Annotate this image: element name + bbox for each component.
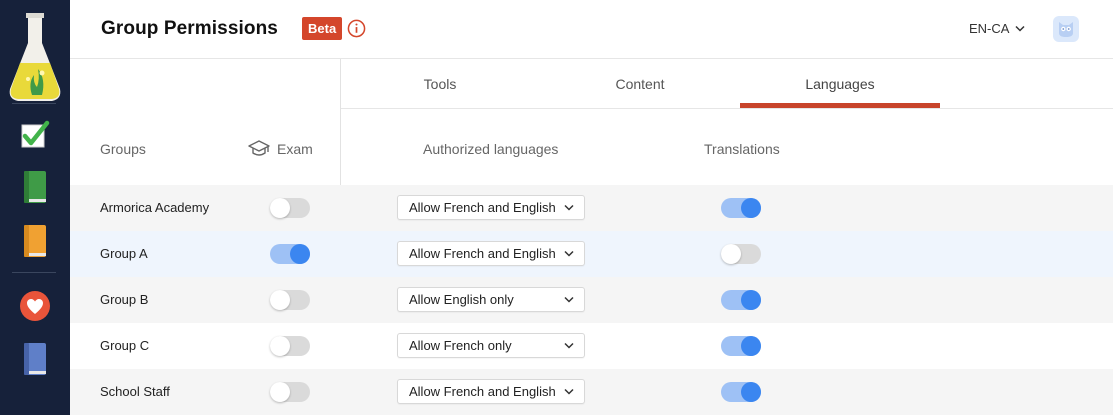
language-selector[interactable]: EN-CA <box>969 21 1025 36</box>
group-name: Group A <box>100 246 148 261</box>
toggle-knob <box>290 244 310 264</box>
authorized-languages-select[interactable]: Allow French and English <box>397 379 585 404</box>
group-row: Armorica Academy Allow French and Englis… <box>70 185 1113 231</box>
tab-tools[interactable]: Tools <box>340 59 540 109</box>
group-row: School Staff Allow French and English <box>70 369 1113 415</box>
group-name: Group C <box>100 338 150 353</box>
exam-toggle[interactable] <box>270 336 310 356</box>
authorized-languages-select[interactable]: Allow English only <box>397 287 585 312</box>
toggle-knob <box>270 198 290 218</box>
group-name: Armorica Academy <box>100 200 210 215</box>
permission-tabs: Tools Content Languages <box>340 59 1113 109</box>
exam-toggle[interactable] <box>270 290 310 310</box>
blue-book-icon <box>24 343 46 375</box>
toggle-knob <box>721 244 741 264</box>
chevron-down-icon <box>1015 25 1025 32</box>
chevron-down-icon <box>564 250 574 257</box>
authorized-languages-value: Allow French only <box>409 338 512 353</box>
translations-column-header: Translations <box>704 141 780 157</box>
exam-toggle[interactable] <box>270 198 310 218</box>
exam-column-label: Exam <box>277 141 313 157</box>
exam-column-header: Exam <box>248 139 313 159</box>
sidebar-item-tasks[interactable] <box>0 115 70 155</box>
heart-icon <box>20 291 50 321</box>
group-row: Group B Allow English only <box>70 277 1113 323</box>
group-name: Group B <box>100 292 149 307</box>
active-tab-indicator <box>740 103 940 108</box>
tab-languages[interactable]: Languages <box>740 59 940 109</box>
toggle-knob <box>741 336 761 356</box>
exam-toggle[interactable] <box>270 244 310 264</box>
toggle-knob <box>270 382 290 402</box>
translations-toggle[interactable] <box>721 336 761 356</box>
sidebar-item-orange-book[interactable] <box>0 221 70 261</box>
authorized-languages-value: Allow English only <box>409 292 514 307</box>
groups-column-header: Groups <box>100 141 146 157</box>
sidebar-item-blue-book[interactable] <box>0 339 70 379</box>
graduation-cap-icon <box>248 140 270 156</box>
sidebar-item-favorites[interactable] <box>0 286 70 326</box>
authorized-languages-value: Allow French and English <box>409 200 556 215</box>
page-title: Group Permissions <box>101 18 278 39</box>
authorized-languages-value: Allow French and English <box>409 246 556 261</box>
toggle-knob <box>741 290 761 310</box>
chevron-down-icon <box>564 342 574 349</box>
toggle-knob <box>741 382 761 402</box>
user-avatar[interactable] <box>1053 16 1079 42</box>
chevron-down-icon <box>564 296 574 303</box>
translations-toggle[interactable] <box>721 198 761 218</box>
sidebar-item-green-book[interactable] <box>0 167 70 207</box>
flask-logo-icon <box>9 13 61 101</box>
tab-content[interactable]: Content <box>540 59 740 109</box>
info-icon[interactable] <box>347 19 366 38</box>
chevron-down-icon <box>564 204 574 211</box>
language-selector-value: EN-CA <box>969 21 1010 36</box>
group-row: Group A Allow French and English <box>70 231 1113 277</box>
app-logo[interactable] <box>0 8 70 106</box>
sidebar-divider <box>12 103 56 104</box>
group-name: School Staff <box>100 384 170 399</box>
checkbox-check-icon <box>21 120 50 148</box>
translations-toggle[interactable] <box>721 244 761 264</box>
authorized-languages-select[interactable]: Allow French and English <box>397 241 585 266</box>
orange-book-icon <box>24 225 46 257</box>
beta-badge: Beta <box>302 17 343 40</box>
app-sidebar <box>0 0 70 415</box>
toggle-knob <box>270 336 290 356</box>
group-row: Group C Allow French only <box>70 323 1113 369</box>
sidebar-divider <box>12 272 56 273</box>
authorized-languages-column-header: Authorized languages <box>423 141 559 157</box>
authorized-languages-select[interactable]: Allow French and English <box>397 195 585 220</box>
authorized-languages-value: Allow French and English <box>409 384 556 399</box>
page-header: Group Permissions Beta EN-CA <box>70 0 1113 59</box>
exam-toggle[interactable] <box>270 382 310 402</box>
translations-toggle[interactable] <box>721 382 761 402</box>
toggle-knob <box>270 290 290 310</box>
owl-avatar-icon <box>1059 22 1073 37</box>
green-book-icon <box>24 171 46 203</box>
chevron-down-icon <box>564 388 574 395</box>
translations-toggle[interactable] <box>721 290 761 310</box>
authorized-languages-select[interactable]: Allow French only <box>397 333 585 358</box>
toggle-knob <box>741 198 761 218</box>
